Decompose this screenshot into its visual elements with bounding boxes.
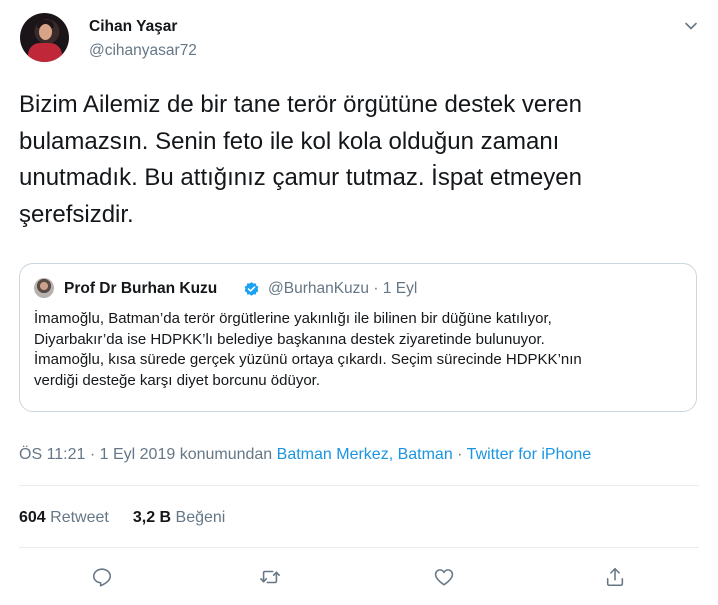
source-link[interactable]: Twitter for iPhone (467, 446, 592, 463)
tweet-time[interactable]: ÖS 11:21 · 1 Eyl 2019 konumundan (19, 446, 277, 463)
retweet-count[interactable]: 604 (19, 509, 46, 526)
tweet-meta: ÖS 11:21 · 1 Eyl 2019 konumundan Batman … (19, 446, 591, 464)
divider (19, 485, 699, 486)
quoted-text: İmamoğlu, Batman’da terör örgütlerine ya… (34, 310, 582, 389)
like-label[interactable]: Beğeni (171, 509, 226, 526)
reply-icon[interactable] (91, 566, 113, 588)
quoted-tweet[interactable]: Prof Dr Burhan Kuzu @BurhanKuzu · 1 Eyl … (19, 263, 697, 412)
like-count[interactable]: 3,2 B (133, 509, 171, 526)
divider (19, 547, 699, 548)
author-avatar[interactable] (20, 13, 69, 62)
heart-icon[interactable] (433, 566, 455, 588)
quoted-author-avatar (34, 278, 54, 298)
location-link[interactable]: Batman Merkez, Batman (277, 446, 453, 463)
retweet-icon[interactable] (259, 566, 281, 588)
share-icon[interactable] (604, 566, 626, 588)
verified-badge-icon (244, 282, 259, 296)
quoted-author-name: Prof Dr Burhan Kuzu (64, 280, 218, 297)
author-name[interactable]: Cihan Yaşar (89, 18, 177, 36)
author-handle[interactable]: @cihanyasar72 (89, 42, 197, 60)
quoted-handle-date: @BurhanKuzu · 1 Eyl (268, 280, 418, 297)
chevron-down-icon[interactable] (683, 18, 699, 34)
tweet-text: Bizim Ailemiz de bir tane terör örgütüne… (19, 91, 582, 228)
retweet-label[interactable]: Retweet (46, 509, 109, 526)
meta-separator: · (452, 446, 467, 463)
tweet-stats: 604 Retweet 3,2 B Beğeni (19, 509, 225, 527)
